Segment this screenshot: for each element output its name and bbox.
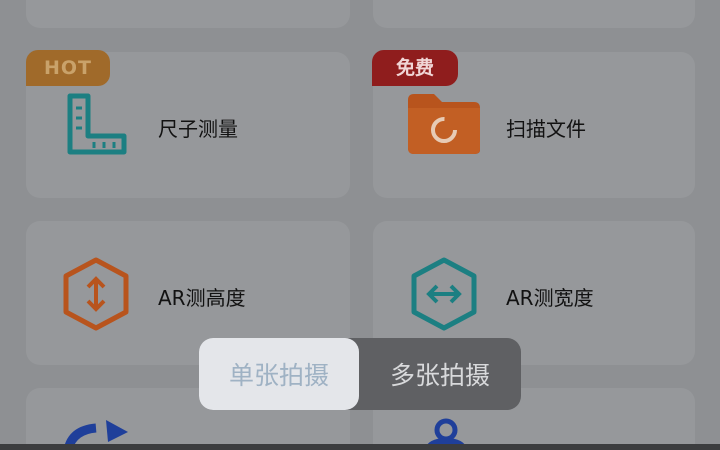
hot-badge: HOT bbox=[26, 50, 110, 86]
free-badge: 免费 bbox=[372, 50, 458, 86]
single-capture-button[interactable]: 单张拍摄 bbox=[199, 338, 359, 410]
ar-width-label: AR测宽度 bbox=[506, 286, 594, 310]
multi-capture-button[interactable]: 多张拍摄 bbox=[359, 338, 521, 410]
screen: HOT 尺子测量 免费 扫描文件 AR测高度 AR测宽度 单张拍摄 多张拍摄 bbox=[0, 0, 720, 450]
ar-width-icon bbox=[406, 256, 482, 332]
ruler-icon bbox=[64, 90, 130, 158]
folder-scan-icon bbox=[406, 90, 482, 156]
capture-mode-toggle: 单张拍摄 多张拍摄 bbox=[199, 338, 521, 410]
ar-height-label: AR测高度 bbox=[158, 286, 246, 310]
bottom-bar bbox=[0, 444, 720, 450]
scan-label: 扫描文件 bbox=[506, 117, 586, 141]
ruler-label: 尺子测量 bbox=[158, 117, 238, 141]
tool-card-top-left[interactable] bbox=[26, 0, 350, 28]
ar-height-icon bbox=[60, 256, 132, 332]
tool-card-top-right[interactable] bbox=[373, 0, 695, 28]
